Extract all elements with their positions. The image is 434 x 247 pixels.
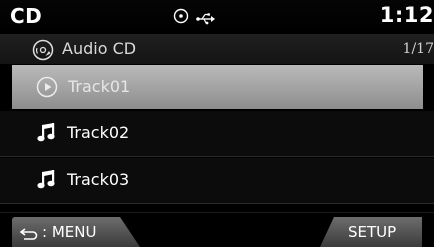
- back-icon: [19, 226, 38, 244]
- setup-label: SETUP: [348, 223, 397, 241]
- softkey-bar: : MENU SETUP: [0, 204, 434, 247]
- menu-label: : MENU: [42, 223, 97, 241]
- list-item[interactable]: Track01: [12, 65, 423, 109]
- source-label: CD: [10, 4, 43, 28]
- usb-icon: [196, 10, 216, 29]
- album-header: Audio CD 1/17: [0, 34, 434, 64]
- status-bar: CD 1:12: [0, 0, 434, 34]
- setup-button[interactable]: SETUP: [320, 217, 422, 247]
- clock: 1:12: [379, 3, 434, 27]
- cd-icon: [32, 39, 54, 65]
- track-list: Track01 Track02 Track03: [0, 64, 434, 204]
- menu-button[interactable]: : MENU: [12, 217, 140, 247]
- music-note-icon: [36, 122, 56, 148]
- track-label: Track02: [67, 123, 130, 142]
- list-item[interactable]: Track03: [0, 158, 434, 204]
- album-title: Audio CD: [62, 39, 137, 58]
- music-note-icon: [36, 169, 56, 195]
- disc-icon: [173, 8, 189, 28]
- list-item[interactable]: Track02: [0, 111, 434, 157]
- track-label: Track01: [68, 77, 131, 96]
- cd-player-screen: CD 1:12 Audio CD 1/17 Track01 Track02 Tr…: [0, 0, 434, 247]
- divider: [0, 212, 434, 213]
- track-counter: 1/17: [402, 41, 434, 57]
- play-circle-icon: [36, 76, 58, 102]
- track-label: Track03: [67, 170, 130, 189]
